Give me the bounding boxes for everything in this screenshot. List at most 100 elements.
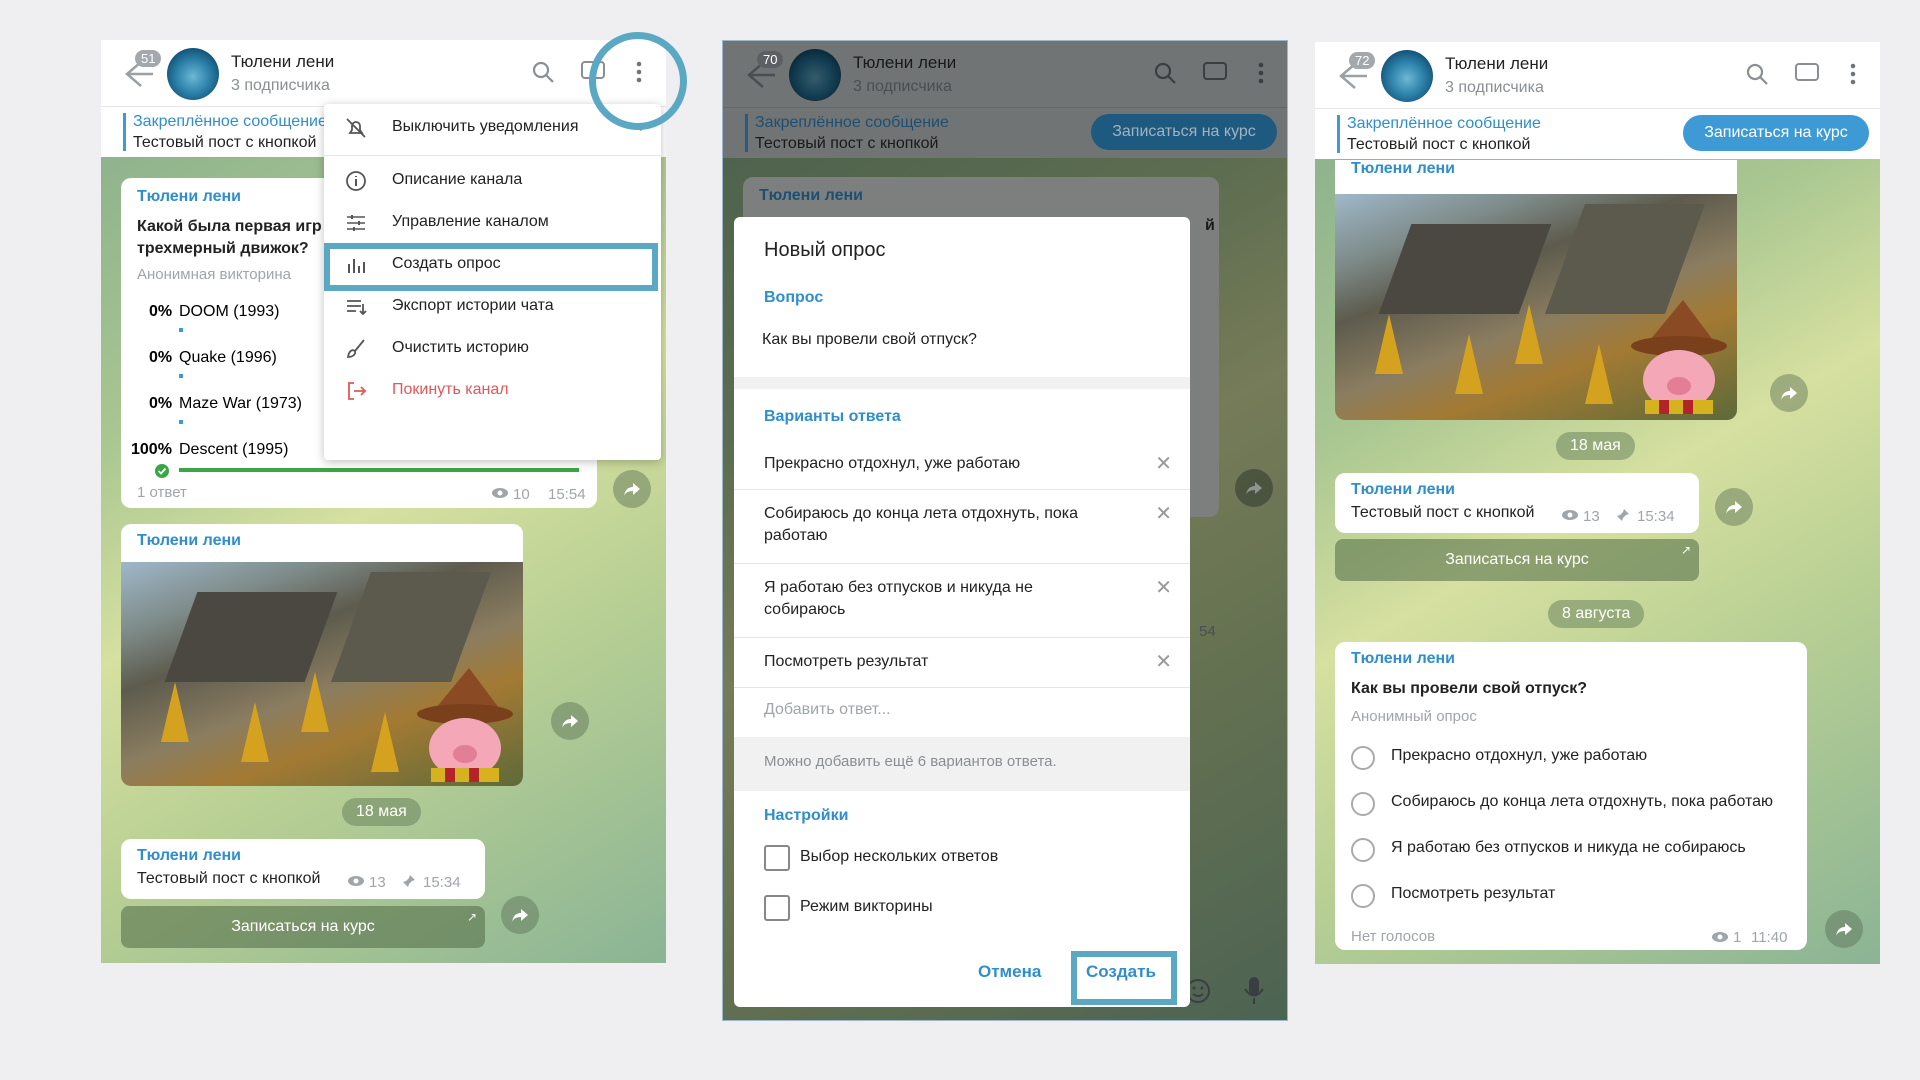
poll-option-radio[interactable] xyxy=(1351,838,1375,862)
unread-badge: 70 xyxy=(757,51,784,68)
microphone-icon[interactable] xyxy=(1239,974,1269,1006)
message-text: Тестовый пост с кнопкой xyxy=(137,870,321,887)
larch-tree xyxy=(1375,314,1403,374)
panel-new-poll-dialog: 70 Тюлени лени 3 подписчика Закреплённое… xyxy=(722,40,1288,1021)
pinned-text: Тестовый пост с кнопкой xyxy=(755,135,939,152)
channel-title[interactable]: Тюлени лени xyxy=(231,52,334,72)
remove-answer-icon[interactable]: ✕ xyxy=(1155,575,1172,600)
menu-label: Описание канала xyxy=(392,171,523,188)
remove-answer-icon[interactable]: ✕ xyxy=(1155,649,1172,674)
inline-button[interactable]: Записаться на курс ↗ xyxy=(121,906,485,948)
answer-input[interactable]: Прекрасно отдохнул, уже работаю xyxy=(764,453,1094,475)
pinned-text: Тестовый пост с кнопкой xyxy=(133,134,317,151)
channel-subtitle: 3 подписчика xyxy=(1445,79,1544,96)
channel-avatar[interactable] xyxy=(167,48,219,100)
share-icon[interactable] xyxy=(1715,488,1753,526)
share-icon[interactable] xyxy=(1770,374,1808,412)
answer-row[interactable]: Прекрасно отдохнул, уже работаю ✕ xyxy=(734,439,1190,490)
unread-badge: 51 xyxy=(135,50,162,67)
share-icon[interactable] xyxy=(613,470,651,508)
poll-option-label[interactable]: Посмотреть результат xyxy=(1391,885,1555,903)
multiple-answers-checkbox[interactable] xyxy=(764,845,790,871)
channel-avatar[interactable] xyxy=(1381,50,1433,102)
share-icon[interactable] xyxy=(1235,469,1273,507)
pinned-join-button[interactable]: Записаться на курс xyxy=(1091,114,1277,150)
channel-title[interactable]: Тюлени лени xyxy=(1445,54,1548,74)
chat-header: 70 Тюлени лени 3 подписчика xyxy=(723,41,1287,107)
remove-answer-icon[interactable]: ✕ xyxy=(1155,501,1172,526)
poll-option-radio[interactable] xyxy=(1351,792,1375,816)
message-author[interactable]: Тюлени лени xyxy=(1351,650,1455,668)
more-vertical-icon[interactable] xyxy=(1839,60,1867,88)
answer-input[interactable]: Собираюсь до конца лета отдохнуть, пока … xyxy=(764,503,1094,547)
panel-channel-menu: 51 Тюлени лени 3 подписчика Закреплённое… xyxy=(101,40,666,963)
answer-row[interactable]: Собираюсь до конца лета отдохнуть, пока … xyxy=(734,489,1190,564)
poll-option-radio[interactable] xyxy=(1351,746,1375,770)
date-separator: 18 мая xyxy=(342,798,421,826)
message-author[interactable]: Тюлени лени xyxy=(1351,160,1455,178)
add-answer-input[interactable]: Добавить ответ... xyxy=(764,701,891,719)
menu-item-clear-history[interactable]: Очистить историю xyxy=(324,331,661,365)
poll-option-label[interactable]: Собираюсь до конца лета отдохнуть, пока … xyxy=(1391,793,1773,811)
pinned-join-button[interactable]: Записаться на курс xyxy=(1683,115,1869,151)
message-author[interactable]: Тюлени лени xyxy=(137,188,241,206)
channel-title[interactable]: Тюлени лени xyxy=(853,53,956,73)
option-label: Quake (1996) xyxy=(179,349,277,366)
remove-answer-icon[interactable]: ✕ xyxy=(1155,451,1172,476)
answer-input[interactable]: Я работаю без отпусков и никуда не собир… xyxy=(764,577,1094,621)
pinned-message[interactable]: Закреплённое сообщение Тестовый пост с к… xyxy=(723,107,1287,158)
more-vertical-icon[interactable] xyxy=(1247,59,1275,87)
question-input[interactable]: Как вы провели свой отпуск? xyxy=(762,331,977,349)
channel-avatar[interactable] xyxy=(789,49,841,101)
share-icon[interactable] xyxy=(501,896,539,934)
option-bar xyxy=(179,420,183,424)
message-author: Тюлени лени xyxy=(759,187,863,204)
discussion-icon[interactable] xyxy=(1793,60,1821,88)
views-eye-icon xyxy=(348,876,364,886)
larch-tree xyxy=(161,682,189,742)
landscape-photo[interactable] xyxy=(121,562,523,786)
search-icon[interactable] xyxy=(1743,60,1771,88)
pinned-message[interactable]: Закреплённое сообщение Тестовый пост с к… xyxy=(1315,108,1880,159)
quiz-mode-label[interactable]: Режим викторины xyxy=(800,898,933,916)
views-eye-icon xyxy=(492,488,508,498)
menu-item-manage[interactable]: Управление каналом xyxy=(324,205,661,239)
answer-input[interactable]: Посмотреть результат xyxy=(764,651,1094,673)
answer-row[interactable]: Посмотреть результат ✕ xyxy=(734,637,1190,688)
menu-item-leave[interactable]: Покинуть канал xyxy=(324,373,661,407)
landscape-photo[interactable] xyxy=(1335,194,1737,420)
search-icon[interactable] xyxy=(1151,59,1179,87)
channel-subtitle: 3 подписчика xyxy=(231,77,330,94)
info-icon xyxy=(346,171,366,191)
menu-item-export[interactable]: Экспорт истории чата xyxy=(324,289,661,323)
pinned-bar xyxy=(745,114,748,152)
menu-label: Покинуть канал xyxy=(392,381,509,398)
message-author[interactable]: Тюлени лени xyxy=(1351,481,1455,499)
message-time: 15:54 xyxy=(548,486,586,503)
search-icon[interactable] xyxy=(529,58,557,86)
poll-option-radio[interactable] xyxy=(1351,884,1375,908)
menu-item-description[interactable]: Описание канала xyxy=(324,163,661,197)
answer-row[interactable]: Я работаю без отпусков и никуда не собир… xyxy=(734,563,1190,638)
larch-tree xyxy=(241,702,269,762)
message-author[interactable]: Тюлени лени xyxy=(137,532,241,550)
discussion-icon[interactable] xyxy=(1201,59,1229,87)
photo-message: Тюлени лени xyxy=(1335,160,1737,420)
multiple-answers-label[interactable]: Выбор нескольких ответов xyxy=(800,848,998,866)
cancel-button[interactable]: Отмена xyxy=(978,962,1041,982)
share-icon[interactable] xyxy=(551,702,589,740)
poll-option-label[interactable]: Прекрасно отдохнул, уже работаю xyxy=(1391,747,1647,765)
option-pct: 0% xyxy=(149,349,173,366)
option-label: Maze War (1973) xyxy=(179,395,302,412)
external-link-icon: ↗ xyxy=(1680,543,1691,557)
text-message: Тюлени лени Тестовый пост с кнопкой 13 1… xyxy=(1335,473,1699,533)
quiz-type: Анонимная викторина xyxy=(137,266,291,283)
quiz-mode-checkbox[interactable] xyxy=(764,895,790,921)
share-icon[interactable] xyxy=(1825,910,1863,948)
larch-tree xyxy=(371,712,399,772)
bell-off-icon xyxy=(346,118,366,138)
message-author[interactable]: Тюлени лени xyxy=(137,847,241,865)
inline-button[interactable]: Записаться на курс ↗ xyxy=(1335,539,1699,581)
menu-label: Управление каналом xyxy=(392,213,549,230)
poll-option-label[interactable]: Я работаю без отпусков и никуда не собир… xyxy=(1391,839,1746,857)
